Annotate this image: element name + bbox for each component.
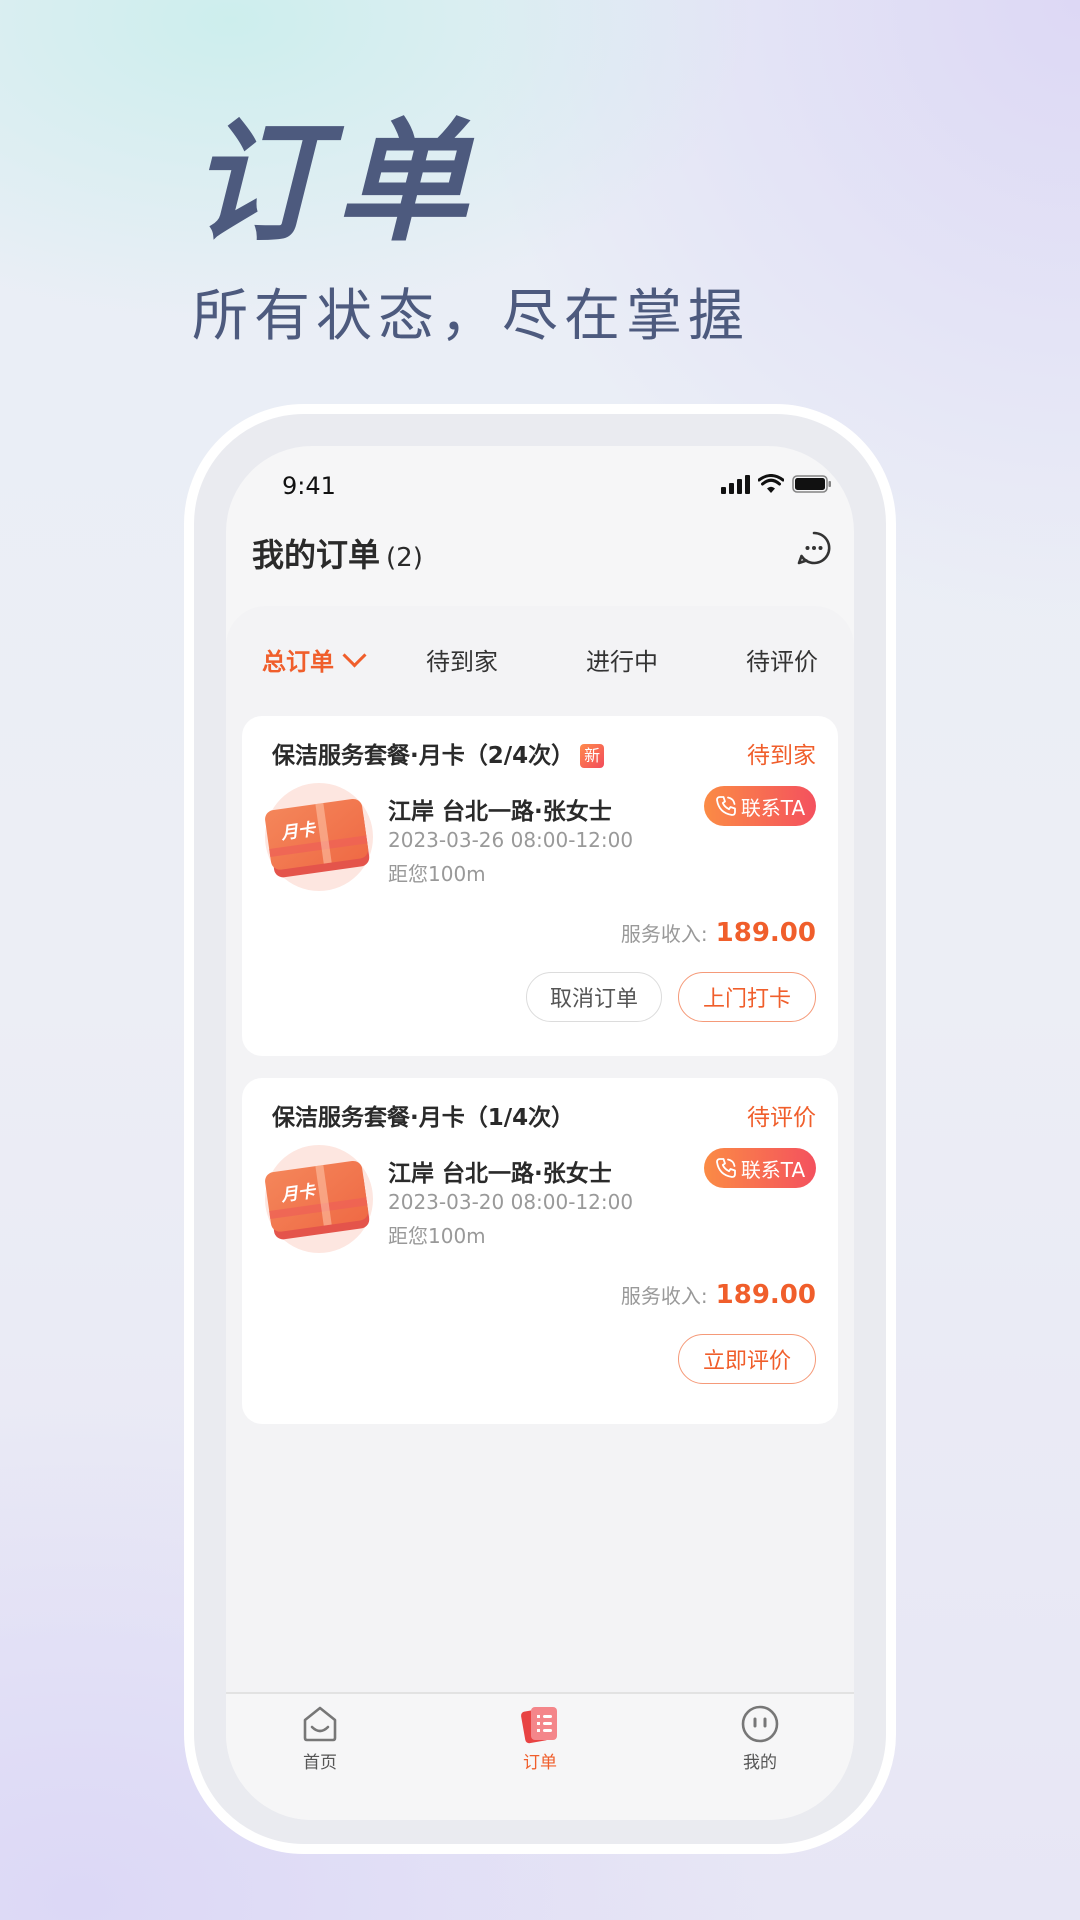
wifi-icon	[758, 474, 784, 493]
signal-icon	[721, 475, 750, 494]
income: 服务收入: 189.00	[621, 918, 816, 948]
orders-icon	[521, 1707, 557, 1744]
tabbar-orders[interactable]: 订单	[490, 1704, 590, 1773]
contact-label: 联系TA	[740, 1157, 806, 1182]
tab-in-progress[interactable]: 进行中	[586, 640, 658, 684]
income-label: 服务收入:	[620, 922, 708, 946]
order-title: 保洁服务套餐·月卡（2/4次）新	[272, 736, 605, 770]
tab-awaiting-review[interactable]: 待评价	[746, 640, 818, 684]
check-in-button[interactable]: 上门打卡	[678, 972, 816, 1022]
order-title-text: 保洁服务套餐·月卡（2/4次）	[272, 743, 575, 769]
orders-panel: 总订单 待到家 进行中 待评价 保洁服务套餐·月卡（2/4次）新 待到家 月卡	[226, 606, 854, 1740]
order-count: (2)	[386, 543, 423, 573]
review-button[interactable]: 立即评价	[678, 1334, 816, 1384]
tabbar-label: 我的	[743, 1753, 777, 1773]
cancel-order-button[interactable]: 取消订单	[526, 972, 662, 1022]
bottom-tab-bar: 首页 订单 我的	[226, 1692, 854, 1820]
monthly-card-image: 月卡	[265, 783, 373, 891]
contact-button[interactable]: 联系TA	[704, 1148, 816, 1188]
profile-icon	[741, 1705, 779, 1743]
contact-label: 联系TA	[740, 795, 806, 820]
tabbar-profile[interactable]: 我的	[710, 1704, 810, 1773]
order-address: 江岸 台北一路·张女士	[388, 1161, 612, 1187]
order-distance: 距您100m	[388, 862, 486, 886]
tabbar-home[interactable]: 首页	[270, 1704, 370, 1773]
hero-title: 订单	[190, 106, 482, 260]
income-value: 189.00	[715, 918, 816, 948]
phone-screen: 9:41 我的订单 (2) 总订单 待到家 进行中 待评价 保洁服务套餐·月卡（…	[226, 446, 854, 1820]
status-time: 9:41	[282, 472, 336, 500]
battery-icon	[792, 475, 831, 493]
page-title-text: 我的订单	[252, 536, 381, 574]
message-icon[interactable]	[796, 530, 832, 566]
home-icon	[303, 1706, 337, 1742]
page-title: 我的订单 (2)	[252, 530, 423, 576]
hero-subtitle: 所有状态，尽在掌握	[192, 284, 750, 349]
phone-icon	[715, 1158, 736, 1178]
filter-tabs: 总订单 待到家 进行中 待评价	[226, 640, 854, 684]
order-datetime: 2023-03-20 08:00-12:00	[388, 1190, 634, 1214]
new-badge: 新	[580, 744, 605, 768]
income-label: 服务收入:	[620, 1284, 708, 1308]
tabbar-label: 订单	[523, 1753, 557, 1773]
order-distance: 距您100m	[388, 1224, 486, 1248]
monthly-card-image: 月卡	[265, 1145, 373, 1253]
order-title: 保洁服务套餐·月卡（1/4次）	[272, 1105, 575, 1131]
order-card[interactable]: 保洁服务套餐·月卡（1/4次） 待评价 月卡 江岸 台北一路·张女士 2023-…	[242, 1078, 838, 1424]
chevron-down-icon	[342, 643, 367, 668]
tabbar-label: 首页	[303, 1753, 337, 1773]
tab-awaiting-arrival[interactable]: 待到家	[426, 640, 498, 684]
contact-button[interactable]: 联系TA	[704, 786, 816, 826]
order-datetime: 2023-03-26 08:00-12:00	[388, 828, 634, 852]
order-card[interactable]: 保洁服务套餐·月卡（2/4次）新 待到家 月卡 江岸 台北一路·张女士 2023…	[242, 716, 838, 1056]
order-status: 待到家	[747, 743, 816, 769]
status-icons	[720, 474, 832, 494]
order-address: 江岸 台北一路·张女士	[388, 799, 612, 825]
tab-all-orders[interactable]: 总订单	[262, 640, 367, 684]
tab-label: 总订单	[262, 648, 334, 676]
status-bar: 9:41	[226, 446, 854, 526]
order-status: 待评价	[747, 1105, 816, 1131]
income: 服务收入: 189.00	[621, 1280, 816, 1310]
phone-icon	[715, 796, 736, 816]
income-value: 189.00	[715, 1280, 816, 1310]
